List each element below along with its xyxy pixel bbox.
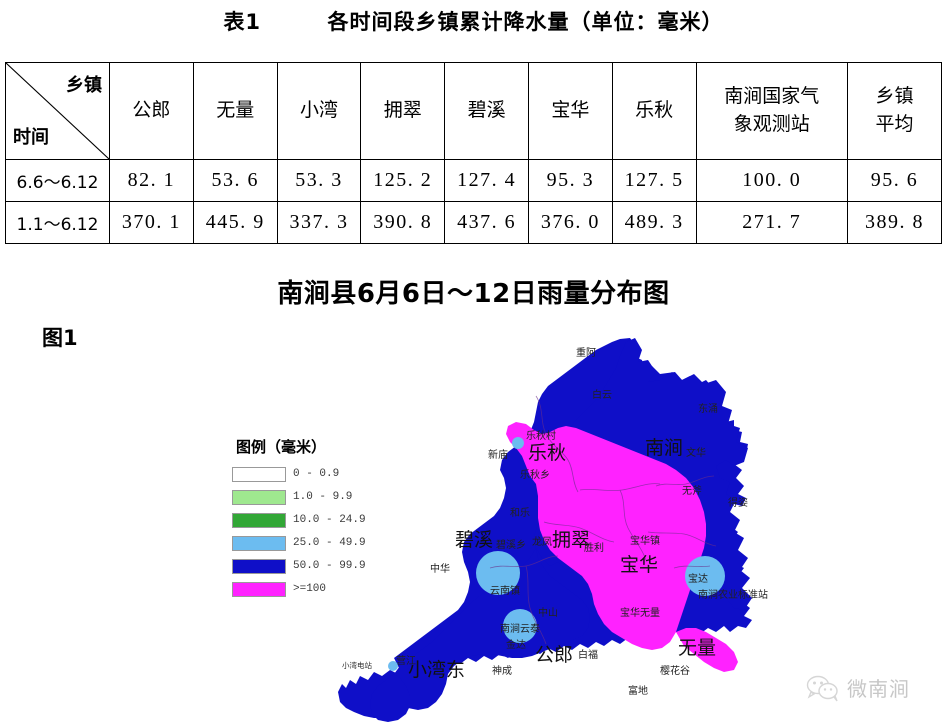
column-header: 小湾 bbox=[276, 62, 362, 160]
corner-label-time: 时间 bbox=[13, 127, 49, 148]
watermark-text: 微南涧 bbox=[847, 677, 910, 701]
row-header: 1.1～6.12 bbox=[5, 201, 110, 244]
map-place-label: 金达 bbox=[506, 638, 526, 651]
map-place-label: 小湾电站 bbox=[342, 660, 372, 670]
legend-label: >=100 bbox=[293, 583, 327, 595]
rainfall-table: 乡镇 时间 公郎 无量 小湾 拥翠 碧溪 宝华 乐秋 南涧国家气 象观测站 乡镇… bbox=[5, 62, 942, 244]
map-place-label: 宝华无量 bbox=[620, 606, 660, 619]
column-header: 无量 bbox=[192, 62, 278, 160]
rainfall-distribution-map: 南涧 乐秋 碧溪 拥翠 宝华 公郎 小湾东 无量 重阿 白云 东涌 文华 无斧 … bbox=[338, 338, 768, 722]
map-place-label: 重阿 bbox=[576, 346, 596, 359]
table-cell: 82. 1 bbox=[109, 159, 194, 202]
column-header: 乡镇 平均 bbox=[847, 62, 942, 160]
table-cell: 489. 3 bbox=[611, 201, 697, 244]
map-place-label: 中华 bbox=[430, 562, 450, 575]
map-place-label: 宝达 bbox=[688, 572, 708, 585]
corner-label-township: 乡镇 bbox=[66, 75, 102, 96]
table-cell: 127. 4 bbox=[444, 159, 529, 202]
table-cell: 53. 3 bbox=[276, 159, 362, 202]
map-place-label: 乐秋乡 bbox=[520, 468, 550, 481]
map-township-label: 碧溪 bbox=[455, 529, 493, 551]
map-place-label: 白福 bbox=[578, 648, 598, 661]
map-place-label: 南涧农业标准站 bbox=[698, 588, 768, 601]
legend-swatch bbox=[232, 512, 286, 528]
table-cell: 437. 6 bbox=[444, 201, 529, 244]
legend-swatch bbox=[232, 558, 286, 574]
map-township-label: 南涧 bbox=[645, 437, 683, 459]
map-place-label: 营江 bbox=[396, 654, 416, 667]
map-place-label: 云南镇 bbox=[490, 584, 520, 597]
table-cell: 370. 1 bbox=[109, 201, 194, 244]
table-header-row: 乡镇 时间 公郎 无量 小湾 拥翠 碧溪 宝华 乐秋 南涧国家气 象观测站 乡镇… bbox=[5, 62, 942, 160]
map-place-label: 和乐 bbox=[510, 507, 530, 519]
legend-swatch bbox=[232, 535, 286, 551]
table-cell: 271. 7 bbox=[695, 201, 849, 244]
figure-title: 南涧县6月6日～12日雨量分布图 bbox=[277, 279, 670, 309]
map-township-label: 宝华 bbox=[620, 554, 658, 576]
map-place-label: 富地 bbox=[628, 684, 648, 697]
map-township-label: 公郎 bbox=[535, 644, 573, 666]
map-place-label: 碧溪乡 bbox=[496, 539, 526, 551]
map-township-label: 无量 bbox=[678, 637, 716, 659]
column-header: 公郎 bbox=[109, 62, 194, 160]
column-header: 乐秋 bbox=[611, 62, 697, 160]
table-cell: 337. 3 bbox=[276, 201, 362, 244]
map-place-label: 胜利 bbox=[584, 542, 604, 554]
map-place-label: 新庙 bbox=[488, 448, 508, 461]
map-place-label: 南涧云泰 bbox=[500, 622, 540, 635]
map-township-label: 乐秋 bbox=[528, 442, 566, 464]
map-place-label: 神成 bbox=[492, 664, 512, 677]
wechat-icon bbox=[806, 675, 838, 701]
lightblue-patch bbox=[512, 437, 524, 449]
table-row: 6.6～6.12 82. 1 53. 6 53. 3 125. 2 127. 4… bbox=[5, 159, 942, 202]
table-cell: 445. 9 bbox=[192, 201, 278, 244]
figure-label: 图1 bbox=[42, 326, 78, 350]
column-header: 宝华 bbox=[527, 62, 613, 160]
legend-swatch bbox=[232, 466, 286, 482]
watermark: 微南涧 bbox=[806, 673, 910, 702]
table-cell: 95. 3 bbox=[527, 159, 613, 202]
table-cell: 127. 5 bbox=[611, 159, 697, 202]
column-header: 南涧国家气 象观测站 bbox=[695, 62, 849, 160]
page-title: 表1 各时间段乡镇累计降水量（单位：毫米） bbox=[223, 10, 724, 34]
table-cell: 389. 8 bbox=[847, 201, 942, 244]
map-place-label: 白云 bbox=[592, 388, 612, 401]
table-row: 1.1～6.12 370. 1 445. 9 337. 3 390. 8 437… bbox=[5, 201, 942, 244]
map-place-label: 龙凤 bbox=[532, 535, 552, 548]
map-place-label: 乐秋村 bbox=[526, 429, 556, 442]
table-cell: 95. 6 bbox=[847, 159, 942, 202]
table-corner-cell: 乡镇 时间 bbox=[5, 62, 110, 160]
legend-swatch bbox=[232, 581, 286, 597]
table-cell: 390. 8 bbox=[360, 201, 446, 244]
map-place-label: 中山 bbox=[538, 606, 558, 619]
table-cell: 53. 6 bbox=[192, 159, 278, 202]
map-place-label: 文华 bbox=[686, 446, 706, 459]
table-cell: 376. 0 bbox=[527, 201, 613, 244]
map-place-label: 宝华镇 bbox=[630, 534, 660, 547]
column-header: 拥翠 bbox=[360, 62, 446, 160]
table-cell: 125. 2 bbox=[360, 159, 446, 202]
map-place-label: 东涌 bbox=[698, 402, 718, 415]
legend-swatch bbox=[232, 489, 286, 505]
map-place-label: 得姿 bbox=[728, 496, 748, 509]
map-place-label: 樱花谷 bbox=[660, 664, 690, 677]
column-header: 碧溪 bbox=[444, 62, 529, 160]
map-township-label: 小湾东 bbox=[408, 659, 465, 681]
map-place-label: 无斧 bbox=[682, 485, 702, 497]
table-cell: 100. 0 bbox=[695, 159, 849, 202]
row-header: 6.6～6.12 bbox=[5, 159, 110, 202]
